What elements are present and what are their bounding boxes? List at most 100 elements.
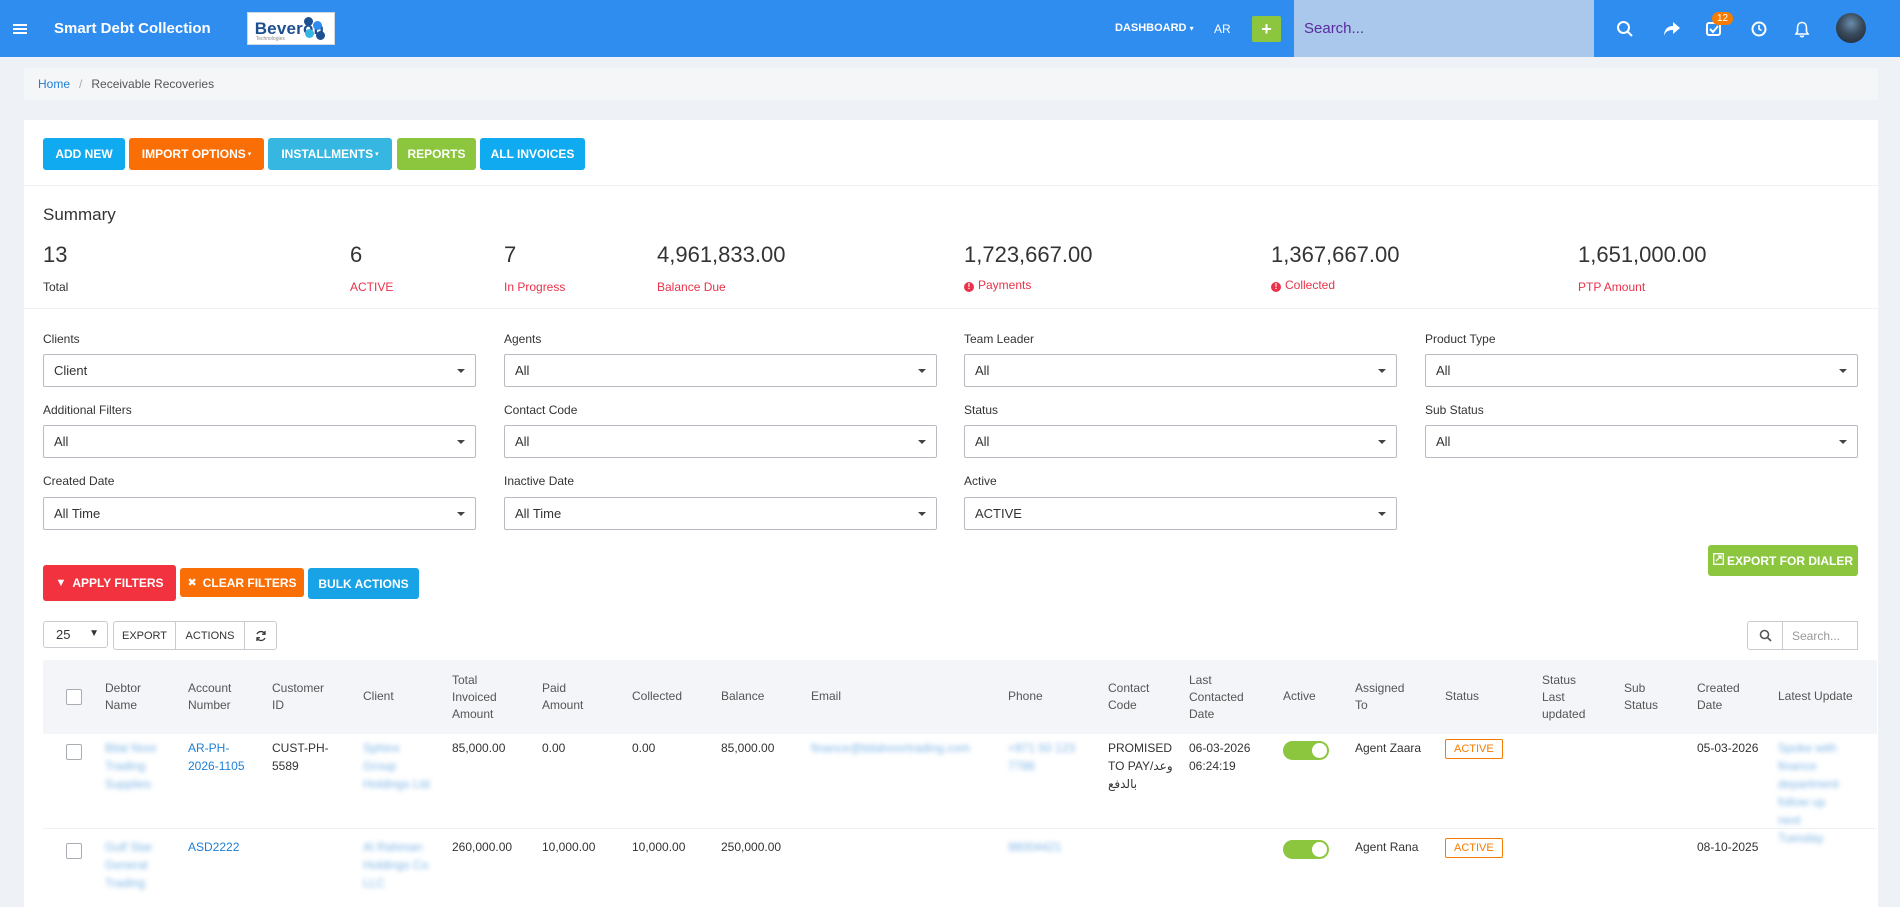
global-search-input[interactable]: Search... xyxy=(1294,0,1594,57)
total-invoiced: 85,000.00 xyxy=(452,741,506,755)
debtor-name-link[interactable]: Bilal Noor Trading Supplies xyxy=(105,739,175,793)
filter-product-type-select[interactable]: All xyxy=(1425,354,1858,387)
bulk-actions-button[interactable]: BULK ACTIONS xyxy=(308,568,419,599)
caret-down-icon xyxy=(457,512,465,516)
clock-icon[interactable] xyxy=(1748,18,1770,40)
share-icon[interactable] xyxy=(1661,18,1683,40)
account-number-link[interactable]: AR-PH- 2026-1105 xyxy=(188,739,245,775)
row-checkbox[interactable] xyxy=(66,843,82,859)
add-new-button[interactable]: ADD NEW xyxy=(43,138,125,170)
client-link[interactable]: Sphinx Group Holdings Ltd xyxy=(363,739,443,793)
th-assigned-to[interactable]: Assigned To xyxy=(1355,680,1404,714)
status-badge: ACTIVE xyxy=(1445,739,1503,759)
filter-additional-select[interactable]: All xyxy=(43,425,476,458)
email-link[interactable]: finance@bilalnoortrading.com xyxy=(811,739,970,757)
active-toggle[interactable] xyxy=(1283,741,1329,760)
filter-contact-code-select[interactable]: All xyxy=(504,425,937,458)
th-balance[interactable]: Balance xyxy=(721,688,764,705)
breadcrumb-home[interactable]: Home xyxy=(38,77,70,91)
latest-update-link[interactable]: Spoke with finance department follow up next… xyxy=(1778,739,1858,847)
th-active[interactable]: Active xyxy=(1283,688,1316,705)
quick-add-button[interactable]: + xyxy=(1252,16,1281,42)
account-number-link[interactable]: ASD2222 xyxy=(188,838,239,856)
dashboard-menu[interactable]: DASHBOARD ▾ xyxy=(1115,22,1194,34)
th-account-number[interactable]: Account Number xyxy=(188,680,231,714)
stat-in-progress-label: In Progress xyxy=(504,280,566,294)
th-created-date[interactable]: Created Date xyxy=(1697,680,1740,714)
phone-link[interactable]: 98004421 xyxy=(1008,838,1061,856)
stat-collected-value: 1,367,667.00 xyxy=(1271,242,1400,267)
phone-link[interactable]: +971 50 123 7788 xyxy=(1008,739,1088,775)
filter-inactive-date-select[interactable]: All Time xyxy=(504,497,937,530)
page-size-select[interactable]: 25 ▼ xyxy=(43,621,108,648)
filter-active-select[interactable]: ACTIVE xyxy=(964,497,1397,530)
select-all-checkbox[interactable] xyxy=(66,689,82,705)
th-last-contacted[interactable]: Last Contacted Date xyxy=(1189,672,1244,723)
filter-status-select[interactable]: All xyxy=(964,425,1397,458)
export-for-dialer-button[interactable]: EXPORT FOR DIALER xyxy=(1708,545,1858,576)
th-total-invoiced[interactable]: Total Invoiced Amount xyxy=(452,672,497,723)
app-title[interactable]: Smart Debt Collection xyxy=(54,20,211,37)
th-collected[interactable]: Collected xyxy=(632,688,682,705)
status-badge: ACTIVE xyxy=(1445,838,1503,858)
th-debtor-name[interactable]: Debtor Name xyxy=(105,680,141,714)
table-search-input[interactable]: Search... xyxy=(1782,621,1858,650)
th-status-last-updated[interactable]: Status Last updated xyxy=(1542,672,1585,723)
actions-button[interactable]: ACTIONS xyxy=(176,621,245,650)
stat-total-label: Total xyxy=(43,280,69,294)
stat-balance-due-value: 4,961,833.00 xyxy=(657,242,786,267)
th-client[interactable]: Client xyxy=(363,688,394,705)
th-latest-update[interactable]: Latest Update xyxy=(1778,688,1853,705)
filter-active-value: ACTIVE xyxy=(975,506,1022,521)
bell-icon[interactable] xyxy=(1791,18,1813,40)
avatar[interactable] xyxy=(1836,13,1866,43)
stat-active-value: 6 xyxy=(350,242,363,267)
filter-inactive-date-value: All Time xyxy=(515,506,562,521)
filter-clients-label: Clients xyxy=(43,332,80,346)
import-options-button[interactable]: IMPORT OPTIONS ▾ xyxy=(129,138,264,170)
th-phone[interactable]: Phone xyxy=(1008,688,1043,705)
filter-agents-select[interactable]: All xyxy=(504,354,937,387)
created-date: 08-10-2025 xyxy=(1697,840,1759,854)
caret-down-icon xyxy=(1378,440,1386,444)
th-sub-status[interactable]: Sub Status xyxy=(1624,680,1658,714)
menu-icon[interactable] xyxy=(0,0,40,57)
client-link[interactable]: Al Rahman Holdings Co LLC xyxy=(363,838,443,892)
close-icon: ✖ xyxy=(187,577,197,589)
installments-label: INSTALLMENTS xyxy=(281,147,374,161)
stat-payments-label-wrap: ! Payments xyxy=(964,278,1031,292)
clear-filters-button[interactable]: ✖ CLEAR FILTERS xyxy=(180,568,304,597)
search-icon[interactable] xyxy=(1747,621,1783,650)
breadcrumb: Home / Receivable Recoveries xyxy=(24,68,1878,100)
refresh-icon[interactable] xyxy=(244,621,277,650)
th-contact-code[interactable]: Contact Code xyxy=(1108,680,1149,714)
all-invoices-button[interactable]: ALL INVOICES xyxy=(480,138,585,170)
stat-active-label: ACTIVE xyxy=(350,280,394,294)
debtor-name-link[interactable]: Gulf Star General Trading xyxy=(105,838,175,892)
reports-button[interactable]: REPORTS xyxy=(397,138,476,170)
installments-button[interactable]: INSTALLMENTS ▾ xyxy=(268,138,392,170)
active-toggle[interactable] xyxy=(1283,840,1329,859)
filter-status-value: All xyxy=(975,434,990,449)
filter-clients-select[interactable]: Client xyxy=(43,354,476,387)
filter-team-leader-value: All xyxy=(975,363,990,378)
caret-down-icon xyxy=(1839,369,1847,373)
search-icon[interactable] xyxy=(1614,18,1636,40)
filter-team-leader-label: Team Leader xyxy=(964,332,1035,346)
th-customer-id[interactable]: Customer ID xyxy=(272,680,324,714)
th-paid-amount[interactable]: Paid Amount xyxy=(542,680,583,714)
filter-sub-status-select[interactable]: All xyxy=(1425,425,1858,458)
apply-filters-button[interactable]: ▼ APPLY FILTERS xyxy=(43,565,176,601)
contact-code: PROMISED TO PAY/وعد بالدفع xyxy=(1108,741,1173,791)
th-email[interactable]: Email xyxy=(811,688,841,705)
row-checkbox[interactable] xyxy=(66,744,82,760)
export-button[interactable]: EXPORT xyxy=(113,621,176,650)
dashboard-label: DASHBOARD xyxy=(1115,22,1187,34)
filter-created-date-select[interactable]: All Time xyxy=(43,497,476,530)
th-status[interactable]: Status xyxy=(1445,688,1479,705)
filter-product-type-label: Product Type xyxy=(1425,332,1496,346)
assigned-to: Agent Rana xyxy=(1355,840,1419,854)
language-toggle[interactable]: AR xyxy=(1214,22,1231,36)
main-panel: ADD NEW IMPORT OPTIONS ▾ INSTALLMENTS ▾ RE… xyxy=(24,120,1878,907)
filter-team-leader-select[interactable]: All xyxy=(964,354,1397,387)
